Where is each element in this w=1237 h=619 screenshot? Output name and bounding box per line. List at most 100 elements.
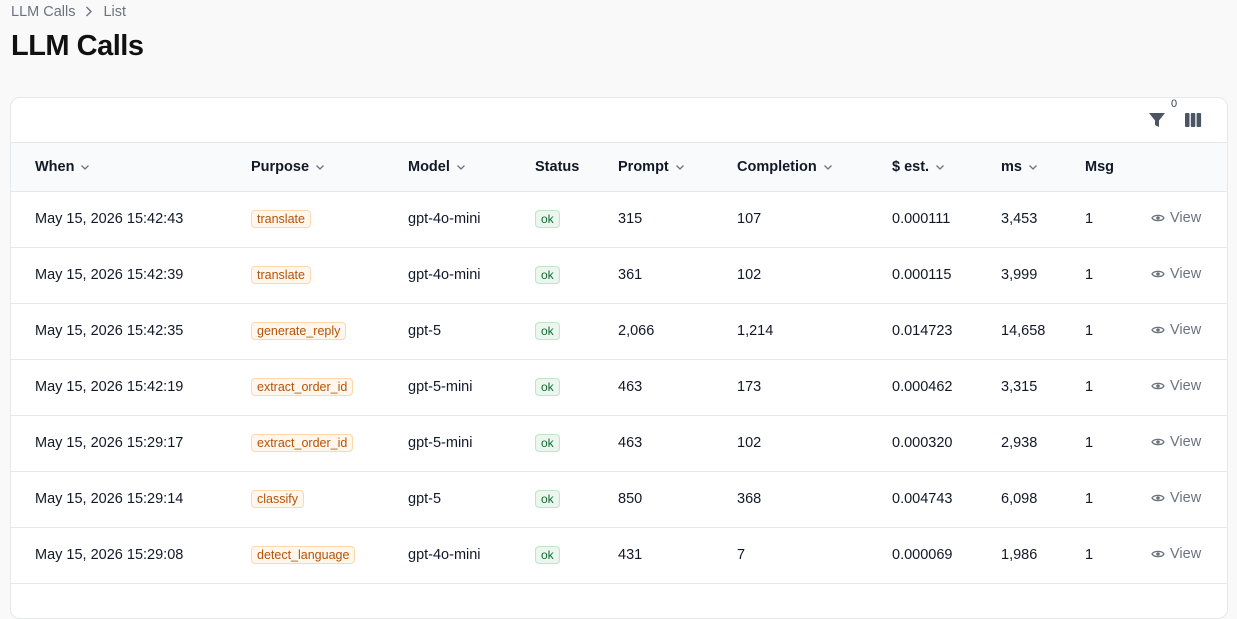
cell-cost: 0.000111 bbox=[892, 211, 951, 227]
cell-model: gpt-5 bbox=[408, 323, 442, 339]
eye-icon bbox=[1151, 326, 1165, 333]
chevron-down-icon bbox=[936, 164, 945, 170]
table-row: May 15, 2026 15:42:43 translate gpt-4o-m… bbox=[11, 191, 1227, 247]
status-badge: ok bbox=[535, 322, 560, 340]
status-badge: ok bbox=[535, 546, 560, 564]
cell-ms: 3,453 bbox=[1001, 211, 1038, 227]
cell-model: gpt-5 bbox=[408, 491, 442, 507]
eye-icon bbox=[1151, 550, 1165, 557]
cell-when: May 15, 2026 15:29:17 bbox=[35, 435, 184, 451]
llm-calls-table: When Purpose Model Status Prompt Complet… bbox=[11, 143, 1227, 618]
column-header-ms[interactable]: ms bbox=[1001, 143, 1085, 191]
column-header-cost[interactable]: $ est. bbox=[892, 143, 1001, 191]
cell-purpose: detect_language bbox=[251, 527, 408, 583]
breadcrumb-current: List bbox=[103, 4, 127, 20]
cell-actions: View bbox=[1151, 303, 1227, 359]
column-header-status: Status bbox=[535, 158, 580, 175]
cell-when: May 15, 2026 15:42:39 bbox=[35, 267, 184, 283]
column-header-prompt[interactable]: Prompt bbox=[618, 143, 737, 191]
column-header-purpose[interactable]: Purpose bbox=[251, 143, 408, 191]
filter-icon[interactable] bbox=[1147, 110, 1167, 130]
cell-actions: View bbox=[1151, 415, 1227, 471]
table-row: May 15, 2026 15:29:08 detect_language gp… bbox=[11, 527, 1227, 583]
cell-purpose: classify bbox=[251, 471, 408, 527]
cell-when: May 15, 2026 15:42:35 bbox=[35, 323, 184, 339]
cell-msg: 1 bbox=[1085, 379, 1094, 395]
cell-when: May 15, 2026 15:42:19 bbox=[35, 379, 184, 395]
status-badge: ok bbox=[535, 434, 560, 452]
filter-count-badge: 0 bbox=[1171, 98, 1178, 110]
cell-msg: 1 bbox=[1085, 267, 1094, 283]
chevron-down-icon bbox=[823, 164, 832, 170]
chevron-down-icon bbox=[81, 164, 90, 170]
cell-cost: 0.004743 bbox=[892, 491, 953, 507]
view-link[interactable]: View bbox=[1151, 378, 1201, 394]
cell-cost: 0.000115 bbox=[892, 267, 952, 283]
cell-prompt: 431 bbox=[618, 547, 643, 563]
purpose-badge: detect_language bbox=[251, 546, 356, 564]
cell-msg: 1 bbox=[1085, 435, 1094, 451]
cell-ms: 3,315 bbox=[1001, 379, 1038, 395]
table-row: May 15, 2026 15:29:14 classify gpt-5 ok … bbox=[11, 471, 1227, 527]
cell-completion: 368 bbox=[737, 491, 762, 507]
column-header-msg: Msg bbox=[1085, 158, 1114, 175]
cell-model: gpt-4o-mini bbox=[408, 211, 481, 227]
table-header-row: When Purpose Model Status Prompt Complet… bbox=[11, 143, 1227, 191]
column-header-completion[interactable]: Completion bbox=[737, 143, 892, 191]
cell-prompt: 361 bbox=[618, 267, 643, 283]
cell-status: ok bbox=[535, 303, 618, 359]
view-link[interactable]: View bbox=[1151, 266, 1201, 282]
cell-status: ok bbox=[535, 415, 618, 471]
eye-icon bbox=[1151, 382, 1165, 389]
cell-prompt: 850 bbox=[618, 491, 643, 507]
purpose-badge: classify bbox=[251, 490, 304, 508]
view-link[interactable]: View bbox=[1151, 546, 1201, 562]
cell-msg: 1 bbox=[1085, 211, 1094, 227]
cell-model: gpt-4o-mini bbox=[408, 547, 481, 563]
cell-purpose: extract_order_id bbox=[251, 359, 408, 415]
table-row: May 15, 2026 15:42:39 translate gpt-4o-m… bbox=[11, 247, 1227, 303]
eye-icon bbox=[1151, 214, 1165, 221]
purpose-badge: extract_order_id bbox=[251, 378, 354, 396]
cell-prompt: 463 bbox=[618, 435, 643, 451]
columns-icon[interactable] bbox=[1183, 110, 1205, 130]
cell-model: gpt-5-mini bbox=[408, 435, 473, 451]
table-toolbar: 0 bbox=[11, 98, 1227, 143]
page-title: LLM Calls bbox=[11, 30, 144, 62]
purpose-badge: generate_reply bbox=[251, 322, 347, 340]
purpose-badge: extract_order_id bbox=[251, 434, 354, 452]
cell-completion: 102 bbox=[737, 435, 762, 451]
chevron-down-icon bbox=[675, 164, 684, 170]
cell-ms: 6,098 bbox=[1001, 491, 1038, 507]
cell-status: ok bbox=[535, 359, 618, 415]
cell-prompt: 2,066 bbox=[618, 323, 655, 339]
cell-cost: 0.000462 bbox=[892, 379, 953, 395]
view-link[interactable]: View bbox=[1151, 322, 1201, 338]
column-header-when[interactable]: When bbox=[11, 143, 251, 191]
cell-completion: 173 bbox=[737, 379, 762, 395]
cell-when: May 15, 2026 15:29:14 bbox=[35, 491, 184, 507]
view-link[interactable]: View bbox=[1151, 210, 1201, 226]
status-badge: ok bbox=[535, 266, 560, 284]
cell-completion: 1,214 bbox=[737, 323, 774, 339]
cell-purpose: extract_order_id bbox=[251, 415, 408, 471]
eye-icon bbox=[1151, 270, 1165, 277]
cell-prompt: 315 bbox=[618, 211, 643, 227]
cell-status: ok bbox=[535, 191, 618, 247]
table-row: May 15, 2026 15:42:35 generate_reply gpt… bbox=[11, 303, 1227, 359]
view-link[interactable]: View bbox=[1151, 490, 1201, 506]
column-header-model[interactable]: Model bbox=[408, 143, 535, 191]
cell-actions: View bbox=[1151, 247, 1227, 303]
view-link[interactable]: View bbox=[1151, 434, 1201, 450]
table-row: May 15, 2026 15:29:17 extract_order_id g… bbox=[11, 415, 1227, 471]
chevron-down-icon bbox=[1029, 164, 1037, 170]
cell-cost: 0.014723 bbox=[892, 323, 953, 339]
cell-purpose: generate_reply bbox=[251, 303, 408, 359]
table-row-partial bbox=[11, 583, 1227, 618]
chevron-down-icon bbox=[316, 164, 324, 170]
cell-ms: 1,986 bbox=[1001, 547, 1038, 563]
breadcrumb: LLM Calls List bbox=[11, 4, 126, 20]
cell-status: ok bbox=[535, 527, 618, 583]
cell-cost: 0.000069 bbox=[892, 547, 953, 563]
breadcrumb-root-link[interactable]: LLM Calls bbox=[11, 4, 75, 20]
